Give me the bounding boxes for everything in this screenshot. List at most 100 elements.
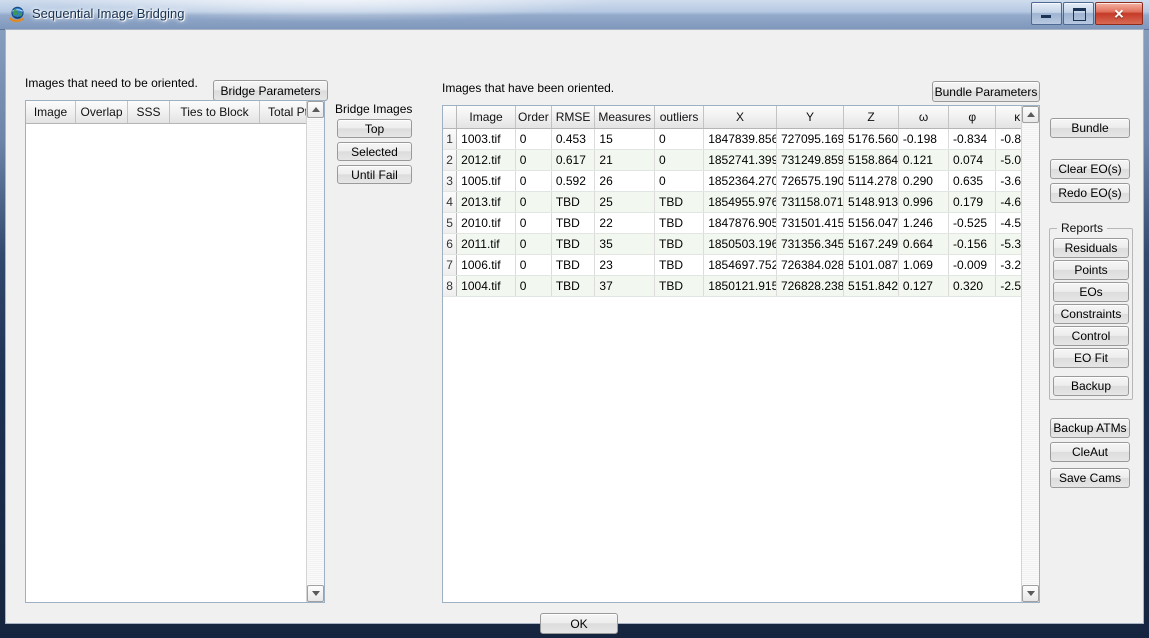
bundle-button[interactable]: Bundle [1050,118,1130,138]
cell-omega: 0.290 [899,171,950,191]
column-header-y[interactable]: Y [777,106,845,128]
cell-outliers: TBD [655,213,705,233]
points-button[interactable]: Points [1053,260,1129,280]
constraints-button[interactable]: Constraints [1053,304,1129,324]
cell-image: 1003.tif [457,129,516,149]
eo-fit-button[interactable]: EO Fit [1053,348,1129,368]
column-header-x[interactable]: X [704,106,777,128]
column-header-image[interactable]: Image [457,106,516,128]
table-row[interactable]: 5 2010.tif 0 TBD 22 TBD 1847876.905 731501.415 5… [443,213,1039,234]
row-number: 5 [443,213,458,233]
cell-phi: 0.320 [949,276,997,296]
cell-image: 1004.tif [457,276,516,296]
cell-z: 5101.087 [844,255,899,275]
column-header-phi[interactable]: φ [949,106,997,128]
scroll-up-button[interactable] [1022,106,1039,123]
cell-order: 0 [516,171,552,191]
control-button[interactable]: Control [1053,326,1129,346]
scroll-up-button[interactable] [307,101,324,118]
title-bar[interactable]: Sequential Image Bridging ✕ [0,0,1149,30]
cell-x: 1852741.399 [704,150,777,170]
cell-omega: 0.664 [899,234,950,254]
cell-image: 2011.tif [457,234,516,254]
cell-measures: 26 [595,171,655,191]
cleaut-button[interactable]: CleAut [1050,442,1130,462]
oriented-images-table[interactable]: Image Order RMSE Measures outliers X Y Zω φ κ 1 10… [442,105,1040,603]
table-row[interactable]: 7 1006.tif 0 TBD 23 TBD 1854697.752 726384.028 5… [443,255,1039,276]
table-row[interactable]: 1 1003.tif 0 0.453 15 0 1847839.856 727095.169 5… [443,129,1039,150]
table-row[interactable]: 6 2011.tif 0 TBD 35 TBD 1850503.196 731356.345 5… [443,234,1039,255]
left-column-header-ties-to-block[interactable]: Ties to Block [170,101,260,123]
table-row[interactable]: 4 2013.tif 0 TBD 25 TBD 1854955.976 731158.071 5… [443,192,1039,213]
cell-phi: 0.179 [949,192,997,212]
cell-phi: 0.074 [949,150,997,170]
row-number: 7 [443,255,458,275]
cell-y: 731249.859 [777,150,845,170]
scroll-down-button[interactable] [307,585,324,602]
cell-x: 1852364.270 [704,171,777,191]
cell-measures: 21 [595,150,655,170]
eos-button[interactable]: EOs [1053,282,1129,302]
column-header-omega[interactable]: ω [899,106,950,128]
save-cams-button[interactable]: Save Cams [1050,468,1130,488]
row-number: 6 [443,234,458,254]
cell-image: 2013.tif [457,192,516,212]
bundle-parameters-button[interactable]: Bundle Parameters [932,81,1040,102]
cell-rmse: TBD [552,234,596,254]
triangle-down-icon [1026,591,1035,596]
bridge-top-button[interactable]: Top [337,119,412,138]
cell-rmse: TBD [552,213,596,233]
backup-button[interactable]: Backup [1053,376,1129,396]
images-to-orient-table[interactable]: Image Overlap SSS Ties to Block Total Pts [25,100,325,603]
scroll-down-button[interactable] [1022,585,1039,602]
table-row[interactable]: 8 1004.tif 0 TBD 37 TBD 1850121.915 726828.238 5… [443,276,1039,297]
close-icon: ✕ [1113,6,1125,21]
right-table-scrollbar[interactable] [1021,106,1039,602]
backup-atms-button[interactable]: Backup ATMs [1050,418,1130,438]
cell-omega: 1.069 [899,255,950,275]
cell-omega: 0.121 [899,150,950,170]
left-table-scrollbar[interactable] [306,101,324,602]
cell-y: 726384.028 [777,255,845,275]
row-number: 1 [443,129,458,149]
cell-z: 5156.047 [844,213,899,233]
cell-x: 1850503.196 [704,234,777,254]
cell-outliers: 0 [655,129,705,149]
column-header-outliers[interactable]: outliers [655,106,705,128]
minimize-button[interactable] [1031,2,1062,25]
table-row[interactable]: 3 1005.tif 0 0.592 26 0 1852364.270 726575.190 5… [443,171,1039,192]
minimize-icon [1041,15,1051,18]
column-header-order[interactable]: Order [516,106,552,128]
cell-z: 5176.560 [844,129,899,149]
cell-phi: -0.009 [949,255,997,275]
cell-outliers: TBD [655,192,705,212]
column-header-measures[interactable]: Measures [595,106,655,128]
cell-z: 5167.249 [844,234,899,254]
table-row[interactable]: 2 2012.tif 0 0.617 21 0 1852741.399 731249.859 5… [443,150,1039,171]
ok-button[interactable]: OK [540,613,618,634]
column-header-rmse[interactable]: RMSE [552,106,596,128]
bridge-until-fail-button[interactable]: Until Fail [337,165,412,184]
redo-eos-button[interactable]: Redo EO(s) [1050,183,1130,203]
residuals-button[interactable]: Residuals [1053,238,1129,258]
cell-x: 1850121.915 [704,276,777,296]
close-button[interactable]: ✕ [1095,2,1143,25]
left-column-header-image[interactable]: Image [26,101,76,123]
cell-image: 2012.tif [457,150,516,170]
left-column-header-sss[interactable]: SSS [128,101,170,123]
left-table-header: Image Overlap SSS Ties to Block Total Pts [26,101,324,124]
maximize-button[interactable] [1063,2,1094,25]
cell-x: 1847839.856 [704,129,777,149]
cell-y: 731356.345 [777,234,845,254]
cell-image: 2010.tif [457,213,516,233]
column-header-z[interactable]: Z [844,106,899,128]
left-column-header-overlap[interactable]: Overlap [76,101,128,123]
bridge-parameters-button[interactable]: Bridge Parameters [213,80,328,101]
cell-order: 0 [516,150,552,170]
bridge-selected-button[interactable]: Selected [337,142,412,161]
clear-eos-button[interactable]: Clear EO(s) [1050,159,1130,179]
right-table-header: Image Order RMSE Measures outliers X Y Zω φ κ [443,106,1039,129]
row-number: 8 [443,276,458,296]
right-panel-label: Images that have been oriented. [442,81,615,95]
cell-z: 5151.842 [844,276,899,296]
